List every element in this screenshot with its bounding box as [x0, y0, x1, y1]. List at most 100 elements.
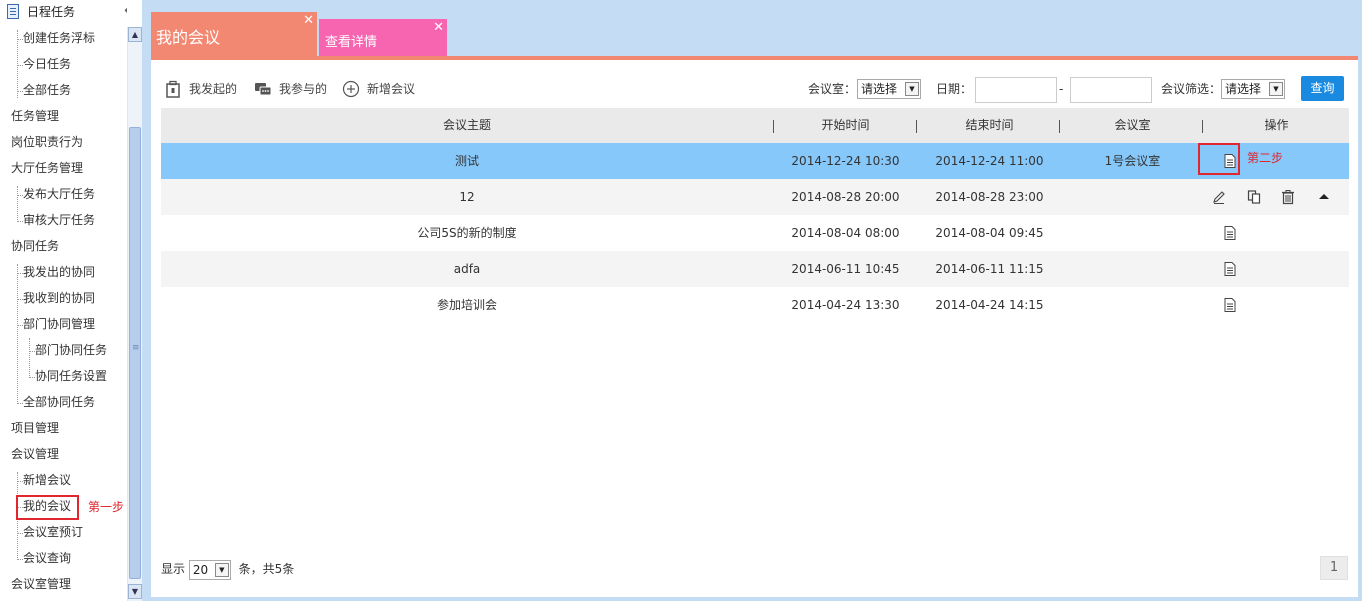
date-separator: - [1059, 82, 1064, 96]
sidebar-item-task-management[interactable]: 任务管理 [11, 106, 59, 126]
column-header-end[interactable]: 结束时间 [918, 108, 1061, 143]
column-header-room[interactable]: 会议室 [1061, 108, 1204, 143]
sidebar-item-dept-collab-management[interactable]: 部门协同管理 [23, 314, 95, 334]
caret-up-icon[interactable] [1316, 189, 1332, 205]
pagination-info: 显示 20 ▼ 条，共5条 [161, 559, 294, 580]
sidebar-item-meeting-search[interactable]: 会议查询 [23, 548, 71, 568]
view-document-icon[interactable] [1222, 261, 1238, 277]
scroll-up-icon[interactable]: ▲ [128, 27, 142, 42]
cell-end: 2014-04-24 14:15 [935, 298, 1044, 312]
sidebar-item-job-duties[interactable]: 岗位职责行为 [11, 132, 83, 152]
meetings-table: 会议主题 开始时间 结束时间 会议室 操作 测试 2014-12-24 10:3… [161, 108, 1349, 323]
cell-room [1061, 179, 1204, 215]
page-number-button[interactable]: 1 [1320, 556, 1348, 580]
sidebar-item-all-tasks[interactable]: 全部任务 [23, 80, 71, 100]
tree-line [17, 30, 18, 98]
sidebar-item-meeting-management[interactable]: 会议管理 [11, 444, 59, 464]
meeting-filter-label: 会议筛选： [1161, 82, 1222, 96]
tree-line [29, 338, 30, 378]
table-row[interactable]: 公司5S的新的制度 2014-08-04 08:00 2014-08-04 09… [161, 215, 1349, 251]
meeting-filter-value: 请选择 [1225, 82, 1262, 96]
column-divider [916, 120, 917, 133]
close-icon[interactable]: ✕ [303, 13, 314, 28]
tab-label: 我的会议 [156, 28, 221, 47]
sidebar-item-new-meeting[interactable]: 新增会议 [23, 470, 71, 490]
sidebar-item-create-task-float[interactable]: 创建任务浮标 [23, 28, 95, 48]
cell-topic: 公司5S的新的制度 [417, 226, 517, 240]
sidebar-item-collab-tasks[interactable]: 协同任务 [11, 236, 59, 256]
sidebar-item-all-collab-tasks[interactable]: 全部协同任务 [23, 392, 95, 412]
step2-highlight-box [1198, 143, 1240, 175]
table-row-selected[interactable]: 测试 2014-12-24 10:30 2014-12-24 11:00 1号会… [161, 143, 1349, 179]
sidebar-title: 日程任务 [27, 5, 76, 19]
meeting-filter-select[interactable]: 请选择 ▼ [1221, 79, 1285, 99]
step1-highlight-box [16, 495, 79, 520]
column-divider [1059, 120, 1060, 133]
room-filter-label: 会议室： [808, 82, 857, 96]
cell-topic: 测试 [454, 154, 479, 168]
start-date-input[interactable] [975, 77, 1057, 103]
sidebar-item-room-booking[interactable]: 会议室预订 [23, 522, 83, 542]
sidebar-item-collab-received[interactable]: 我收到的协同 [23, 288, 95, 308]
trash-icon[interactable] [1280, 189, 1296, 205]
cell-start: 2014-06-11 10:45 [791, 262, 900, 276]
cell-end: 2014-08-04 09:45 [935, 226, 1044, 240]
cell-ops [1204, 251, 1349, 287]
sidebar-scrollbar[interactable]: ▲ ▼ [127, 27, 142, 601]
room-select[interactable]: 请选择 ▼ [857, 79, 921, 99]
cell-start: 2014-08-28 20:00 [791, 190, 900, 204]
edit-pencil-icon[interactable] [1211, 189, 1227, 205]
column-header-start[interactable]: 开始时间 [773, 108, 918, 143]
table-row[interactable]: adfa 2014-06-11 10:45 2014-06-11 11:15 [161, 251, 1349, 287]
step1-annotation: 第一步 [88, 500, 125, 514]
collapse-back-icon[interactable]: ↩ [124, 1, 127, 19]
cell-end: 2014-12-24 11:00 [935, 154, 1044, 168]
cell-topic: adfa [453, 262, 481, 276]
new-meeting-label: 新增会议 [367, 82, 416, 96]
cell-room [1061, 287, 1204, 323]
cell-ops [1204, 287, 1349, 323]
table-row[interactable]: 12 2014-08-28 20:00 2014-08-28 23:00 [161, 179, 1349, 215]
sidebar: 日程任务 ↩ 创建任务浮标 今日任务 全部任务 任务管理 岗位职责行为 大厅任务… [0, 0, 127, 601]
view-document-icon[interactable] [1222, 225, 1238, 241]
chat-icon [255, 83, 272, 96]
column-header-ops: 操作 [1264, 118, 1289, 132]
cell-room [1061, 215, 1204, 251]
sidebar-item-room-management[interactable]: 会议室管理 [11, 574, 71, 594]
page-size-value: 20 [192, 562, 209, 577]
room-select-value: 请选择 [861, 82, 898, 96]
cell-end: 2014-08-28 23:00 [935, 190, 1044, 204]
chevron-down-icon: ▼ [214, 562, 229, 577]
end-date-input[interactable] [1070, 77, 1152, 103]
scroll-down-icon[interactable]: ▼ [128, 584, 142, 599]
sidebar-item-today-tasks[interactable]: 今日任务 [23, 54, 71, 74]
view-document-icon[interactable] [1222, 297, 1238, 313]
cell-topic: 12 [459, 190, 475, 204]
tab-view-details[interactable]: 查看详情 ✕ [319, 19, 447, 58]
tab-my-meetings[interactable]: 我的会议 ✕ [151, 12, 317, 58]
sidebar-item-review-hall-task[interactable]: 审核大厅任务 [23, 210, 95, 230]
copy-icon[interactable] [1246, 189, 1262, 205]
sidebar-item-project-management[interactable]: 项目管理 [11, 418, 59, 438]
cell-start: 2014-04-24 13:30 [791, 298, 900, 312]
query-button[interactable]: 查询 [1301, 76, 1344, 101]
scrollbar-thumb[interactable] [129, 127, 141, 579]
cell-topic: 参加培训会 [436, 298, 497, 312]
sidebar-header: 日程任务 ↩ [0, 0, 127, 23]
initiated-label: 我发起的 [189, 82, 238, 96]
plus-circle-icon [342, 80, 360, 98]
cell-ops [1204, 215, 1349, 251]
page-size-select[interactable]: 20 ▼ [188, 559, 231, 580]
sidebar-item-hall-task-management[interactable]: 大厅任务管理 [11, 158, 83, 178]
close-icon[interactable]: ✕ [433, 20, 444, 35]
date-label: 日期： [936, 82, 973, 96]
chevron-down-icon: ▼ [1269, 82, 1283, 96]
table-row[interactable]: 参加培训会 2014-04-24 13:30 2014-04-24 14:15 [161, 287, 1349, 323]
content-panel: 我发起的 我参与的 新增会议 会议室： 请选择 ▼ 日期： - 会议筛选： 请选… [151, 60, 1358, 597]
cell-start: 2014-12-24 10:30 [791, 154, 900, 168]
sidebar-item-dept-collab-tasks[interactable]: 部门协同任务 [35, 340, 107, 360]
sidebar-item-collab-task-settings[interactable]: 协同任务设置 [35, 366, 107, 386]
sidebar-item-collab-sent[interactable]: 我发出的协同 [23, 262, 95, 282]
column-header-topic[interactable]: 会议主题 [161, 108, 773, 143]
sidebar-item-publish-hall-task[interactable]: 发布大厅任务 [23, 184, 95, 204]
